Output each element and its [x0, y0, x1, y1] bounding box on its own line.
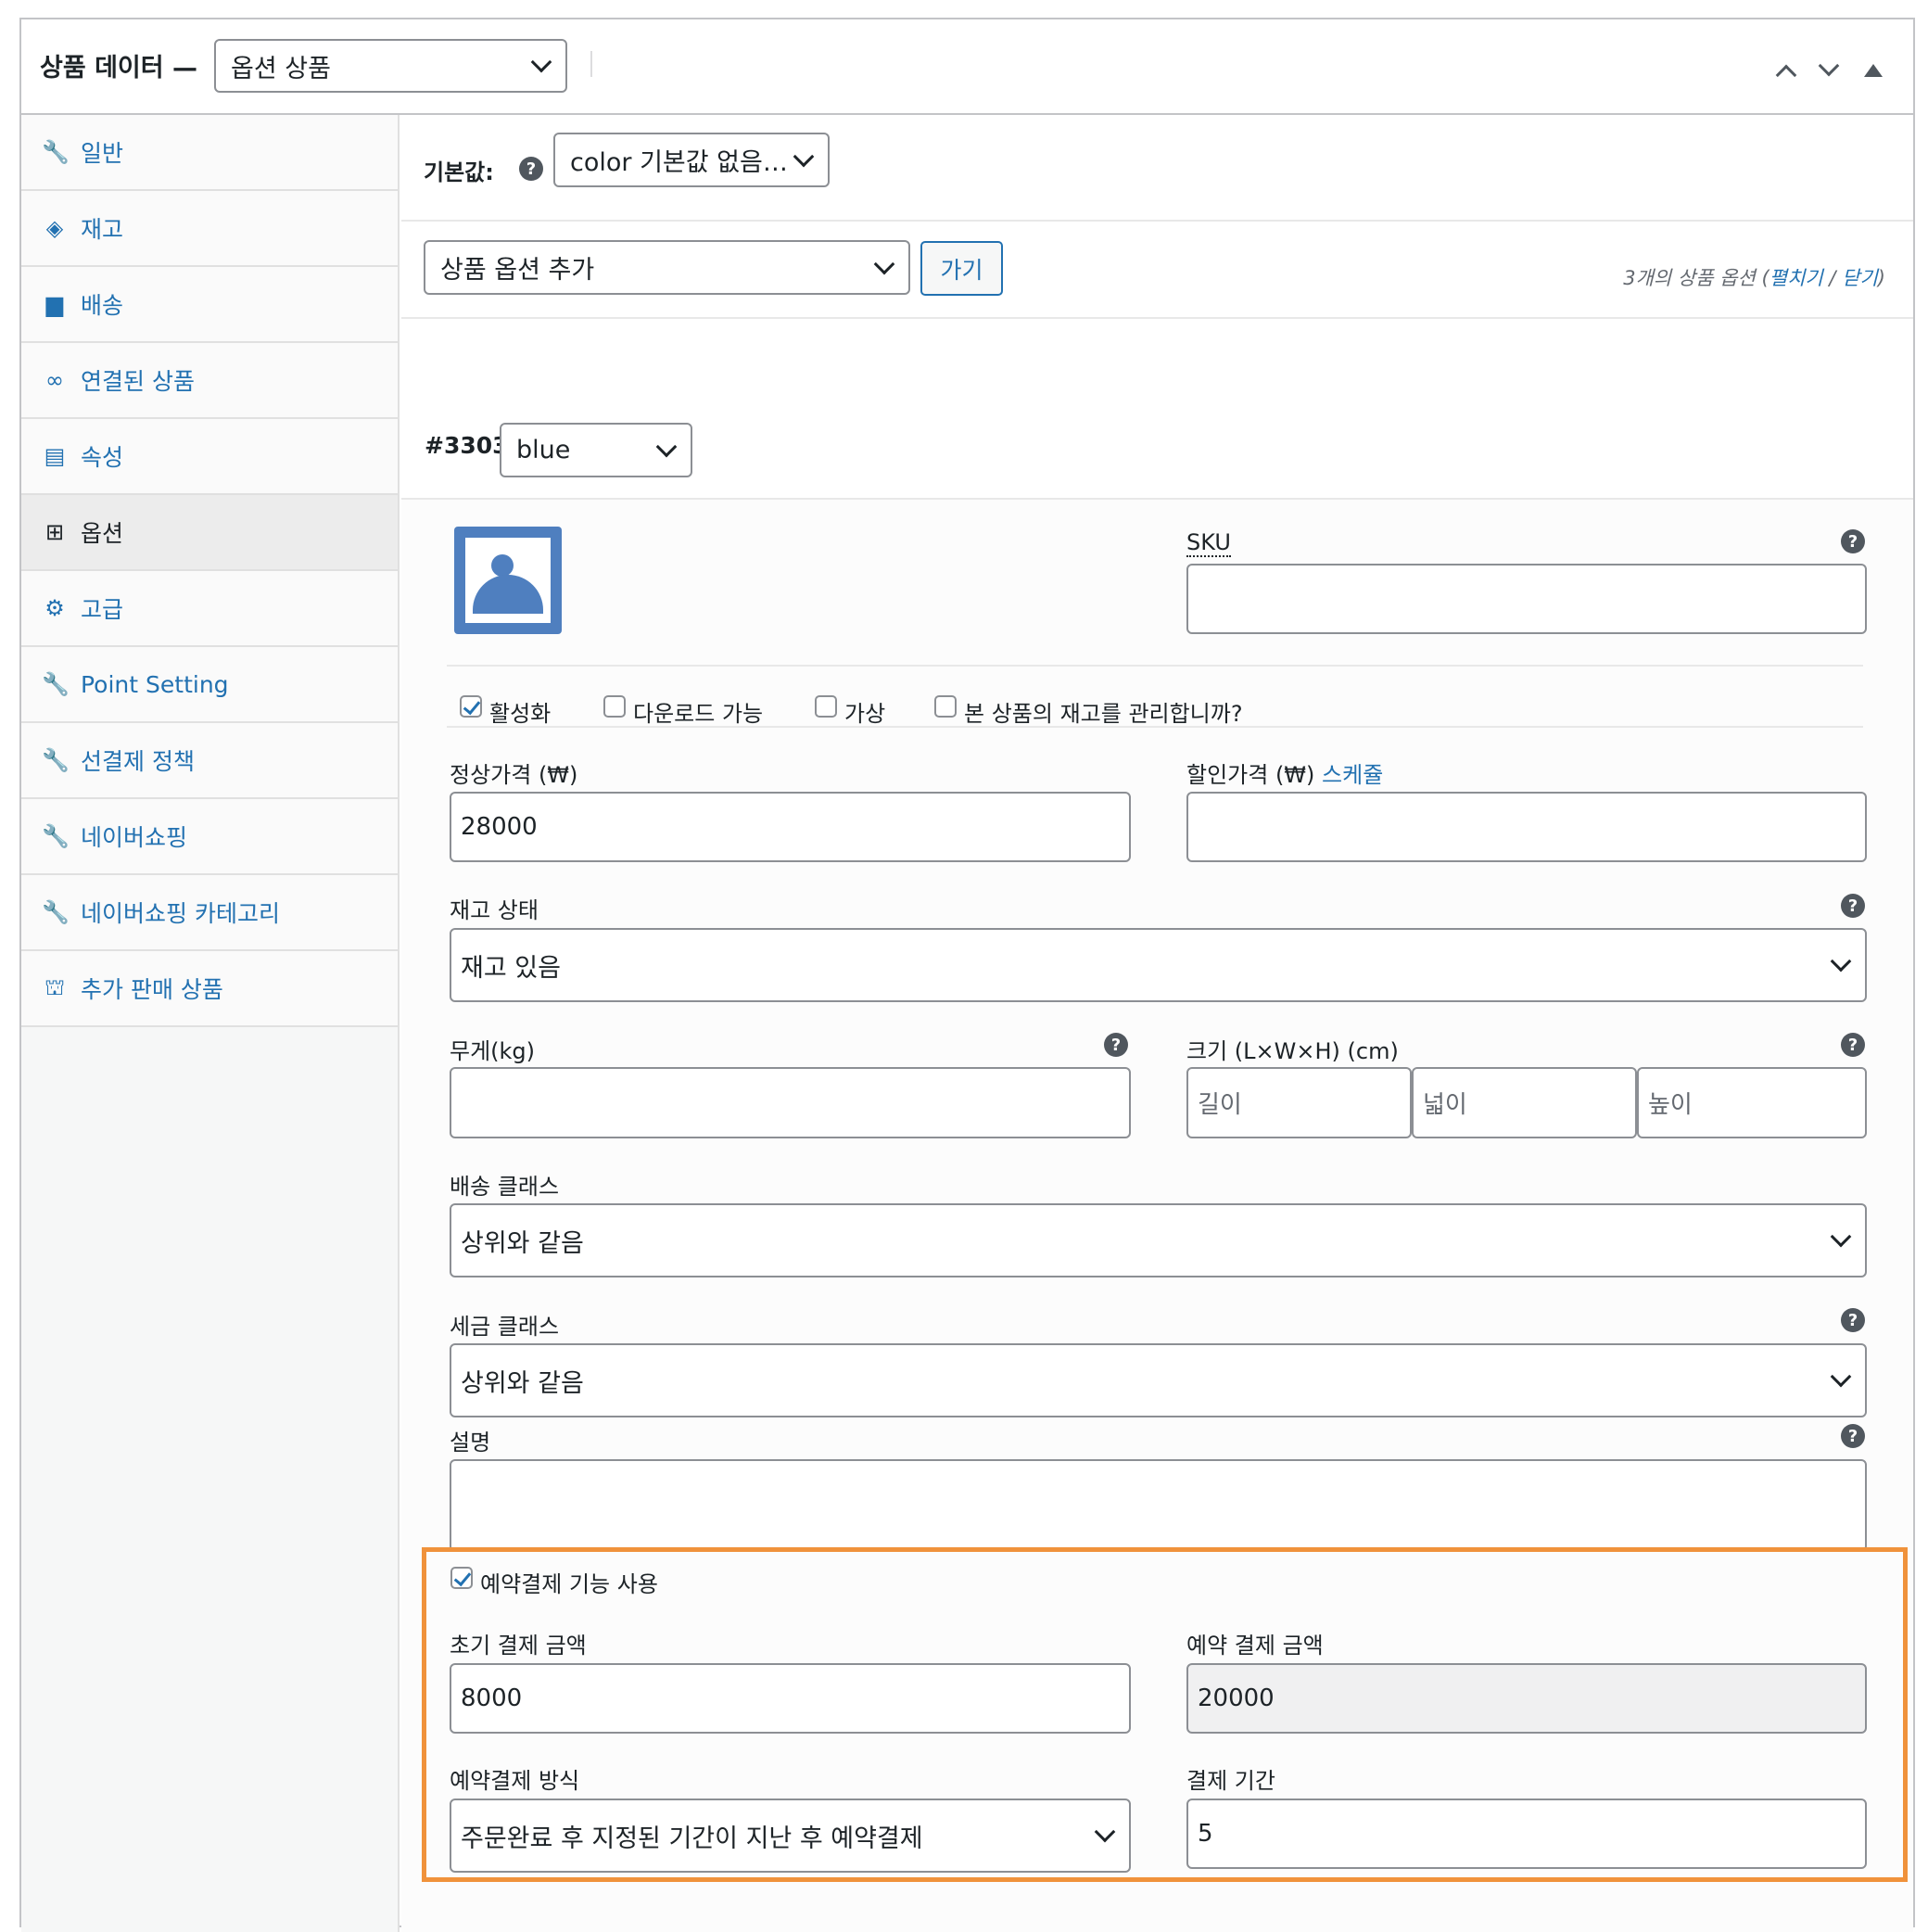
chevron-down-icon	[530, 51, 552, 73]
panel-header: 상품 데이터 — 옵션 상품	[21, 19, 1913, 115]
stock-status-select[interactable]: 재고 있음	[450, 928, 1867, 1002]
description-textarea[interactable]	[450, 1459, 1867, 1552]
tab-prepay-policy[interactable]: 🔧 선결제 정책	[21, 723, 398, 799]
stock-status-label: 재고 상태	[450, 897, 539, 923]
tag-icon: ◈	[45, 215, 64, 241]
product-type-select[interactable]: 옵션 상품	[214, 39, 567, 93]
chevron-up-icon	[1775, 64, 1797, 86]
panel-title: 상품 데이터 —	[40, 54, 197, 83]
tab-general[interactable]: 🔧 일반	[21, 115, 398, 191]
wrench-icon: 🔧	[42, 823, 70, 849]
default-color-select[interactable]: color 기본값 없음…	[553, 133, 830, 187]
sku-input[interactable]	[1186, 564, 1867, 634]
chevron-down-icon	[1830, 1226, 1852, 1248]
tab-attributes[interactable]: ▤ 속성	[21, 419, 398, 495]
chevron-down-icon	[1830, 1366, 1852, 1388]
tab-naver-shopping[interactable]: 🔧 네이버쇼핑	[21, 799, 398, 875]
gear-icon: ⚙	[44, 595, 65, 621]
sku-label: SKU	[1186, 529, 1231, 557]
shipping-class-label: 배송 클래스	[450, 1174, 560, 1200]
close-link[interactable]: 닫기	[1842, 267, 1878, 289]
divider	[590, 51, 592, 77]
schedule-link[interactable]: 스케쥴	[1322, 762, 1383, 788]
length-input[interactable]: 길이	[1186, 1067, 1412, 1138]
move-up-button[interactable]	[1772, 57, 1800, 86]
wrench-icon: 🔧	[42, 671, 70, 697]
toggle-panel-button[interactable]	[1861, 57, 1889, 84]
shipping-class-select[interactable]: 상위와 같음	[450, 1203, 1867, 1277]
tab-shipping[interactable]: ▆ 배송	[21, 267, 398, 343]
go-button[interactable]: 가기	[920, 241, 1003, 296]
grid-icon: ⊞	[44, 519, 65, 545]
move-down-button[interactable]	[1815, 55, 1843, 84]
product-tabs: 🔧 일반 ◈ 재고 ▆ 배송 ∞ 연결된 상품 ▤ 속성 ⊞ 옵션 ⚙ 고급 🔧 Point S…	[21, 115, 400, 1932]
sale-price-input[interactable]	[1186, 792, 1867, 862]
tab-point-setting[interactable]: 🔧 Point Setting	[21, 647, 398, 723]
downloadable-checkbox[interactable]	[603, 695, 626, 718]
weight-label: 무게(kg)	[450, 1038, 536, 1064]
virtual-checkbox[interactable]	[815, 695, 837, 718]
help-icon[interactable]: ?	[1841, 894, 1865, 918]
wrench-icon: 🔧	[42, 139, 70, 165]
variation-image-button[interactable]	[454, 527, 562, 634]
help-icon[interactable]: ?	[1104, 1033, 1128, 1057]
regular-price-input[interactable]: 28000	[450, 792, 1131, 862]
wrench-icon: 🔧	[42, 747, 70, 773]
dimensions-label: 크기 (L×W×H) (cm)	[1186, 1038, 1399, 1064]
weight-input[interactable]	[450, 1067, 1131, 1138]
help-icon[interactable]: ?	[1841, 529, 1865, 553]
chevron-down-icon	[655, 436, 678, 457]
height-input[interactable]: 높이	[1637, 1067, 1867, 1138]
tax-class-select[interactable]: 상위와 같음	[450, 1343, 1867, 1417]
enabled-checkbox[interactable]	[460, 695, 482, 718]
expand-link[interactable]: 펼치기	[1769, 267, 1823, 289]
bulk-action-select[interactable]: 상품 옵션 추가	[424, 240, 910, 295]
variation-count: 3개의 상품 옵션 (펼치기 / 닫기)	[1623, 267, 1885, 289]
help-icon[interactable]: ?	[1841, 1033, 1865, 1057]
triangle-up-icon	[1864, 64, 1883, 77]
regular-price-label: 정상가격 (₩)	[450, 762, 578, 788]
variation-attr-select[interactable]: blue	[500, 423, 692, 477]
chevron-down-icon	[873, 253, 895, 274]
tab-advanced[interactable]: ⚙ 고급	[21, 571, 398, 647]
description-label: 설명	[450, 1430, 491, 1455]
chevron-down-icon	[1818, 55, 1840, 77]
product-type-value: 옵션 상품	[231, 54, 331, 83]
sale-price-label: 할인가격 (₩) 스케쥴	[1186, 762, 1384, 788]
chevron-down-icon	[793, 146, 815, 167]
tab-naver-category[interactable]: 🔧 네이버쇼핑 카테고리	[21, 875, 398, 951]
tab-variations[interactable]: ⊞ 옵션	[21, 495, 398, 571]
prepay-highlight-box	[422, 1547, 1908, 1882]
help-icon[interactable]: ?	[1841, 1424, 1865, 1448]
tab-linked-products[interactable]: ∞ 연결된 상품	[21, 343, 398, 419]
tab-upsells[interactable]: ⛫ 추가 판매 상품	[21, 951, 398, 1027]
help-icon[interactable]: ?	[519, 157, 543, 181]
list-icon: ▤	[44, 443, 66, 469]
bag-icon: ⛫	[44, 973, 66, 1000]
image-placeholder-icon	[463, 536, 552, 625]
width-input[interactable]: 넓이	[1412, 1067, 1637, 1138]
tab-inventory[interactable]: ◈ 재고	[21, 191, 398, 267]
truck-icon: ▆	[45, 291, 64, 317]
tax-class-label: 세금 클래스	[450, 1314, 560, 1340]
variation-id: #3303	[425, 432, 509, 459]
chevron-down-icon	[1830, 950, 1852, 972]
link-icon: ∞	[45, 367, 64, 393]
defaults-label: 기본값:	[424, 159, 494, 185]
help-icon[interactable]: ?	[1841, 1308, 1865, 1332]
wrench-icon: 🔧	[42, 899, 70, 925]
manage-stock-checkbox[interactable]	[934, 695, 957, 718]
